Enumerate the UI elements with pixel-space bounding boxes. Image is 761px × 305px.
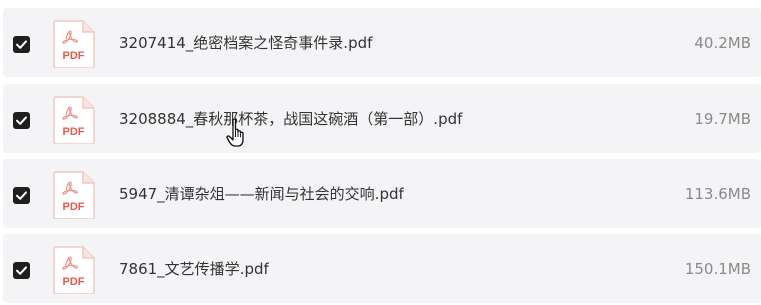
file-name[interactable]: 7861_文艺传播学.pdf: [119, 259, 269, 279]
pdf-icon: PDF: [53, 96, 95, 144]
checkmark-icon: [16, 266, 27, 275]
list-item[interactable]: PDF 5947_清谭杂俎——新闻与社会的交响.pdf 113.6MB: [3, 159, 761, 228]
file-size: 40.2MB: [694, 34, 751, 52]
checkbox-checked[interactable]: [13, 112, 30, 129]
file-list: PDF 3207414_绝密档案之怪奇事件录.pdf 40.2MB PDF 32…: [0, 0, 761, 305]
checkmark-icon: [16, 40, 27, 49]
pdf-icon: PDF: [53, 20, 95, 68]
pdf-icon: PDF: [53, 246, 95, 294]
file-name[interactable]: 5947_清谭杂俎——新闻与社会的交响.pdf: [119, 184, 404, 204]
checkbox-checked[interactable]: [13, 187, 30, 204]
checkbox-checked[interactable]: [13, 262, 30, 279]
list-item[interactable]: PDF 3207414_绝密档案之怪奇事件录.pdf 40.2MB: [3, 8, 761, 77]
file-size: 113.6MB: [684, 185, 751, 203]
checkmark-icon: [16, 116, 27, 125]
pdf-icon-label: PDF: [63, 126, 85, 138]
pdf-icon-label: PDF: [63, 50, 85, 62]
file-name[interactable]: 3208884_春秋那杯茶，战国这碗酒（第一部）.pdf: [119, 109, 462, 129]
file-size: 19.7MB: [694, 110, 751, 128]
checkmark-icon: [16, 191, 27, 200]
list-item[interactable]: PDF 7861_文艺传播学.pdf 150.1MB: [3, 234, 761, 303]
hand-pointer-icon: [226, 118, 244, 147]
file-name[interactable]: 3207414_绝密档案之怪奇事件录.pdf: [119, 33, 372, 53]
file-size: 150.1MB: [684, 260, 751, 278]
pdf-icon-label: PDF: [63, 201, 85, 213]
pdf-icon: PDF: [53, 171, 95, 219]
list-item[interactable]: PDF 3208884_春秋那杯茶，战国这碗酒（第一部）.pdf 19.7MB: [3, 84, 761, 153]
checkbox-checked[interactable]: [13, 36, 30, 53]
pdf-icon-label: PDF: [63, 276, 85, 288]
